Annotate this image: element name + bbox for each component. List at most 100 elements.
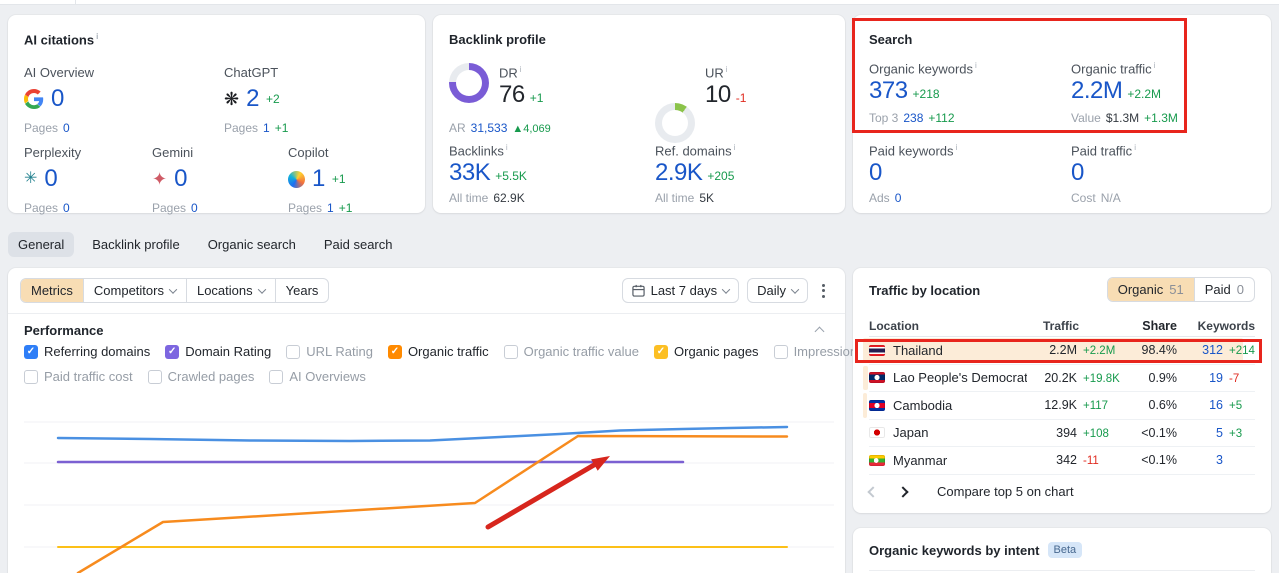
toggle-paid[interactable]: Paid 0 <box>1195 278 1254 301</box>
pages-value[interactable]: 0 <box>63 201 70 215</box>
ref-domains-value[interactable]: 2.9K <box>655 159 703 187</box>
stat-value[interactable]: 1 <box>312 165 325 193</box>
keywords-by-intent-title: Organic keywords by intent Beta <box>869 542 1083 560</box>
tab-organic-search[interactable]: Organic search <box>198 232 306 257</box>
share-bar <box>863 365 868 390</box>
value-value: $1.3M <box>1105 111 1140 125</box>
col-keywords[interactable]: Keywords <box>1177 319 1255 333</box>
toggle-organic[interactable]: Organic 51 <box>1107 278 1195 301</box>
info-icon[interactable]: i <box>96 32 98 41</box>
table-row-myanmar[interactable]: Myanmar 342 -11 <0.1% 3 <box>869 447 1255 475</box>
more-menu-icon[interactable] <box>816 283 831 298</box>
compare-top5-link[interactable]: Compare top 5 on chart <box>937 484 1074 499</box>
table-row-laos[interactable]: Lao People's Democratic Reput 20.2K+19.8… <box>863 365 1255 392</box>
metric-checkbox-crawled-pages[interactable]: Crawled pages <box>147 369 254 384</box>
competitors-dropdown[interactable]: Competitors <box>84 279 187 302</box>
info-icon[interactable]: i <box>975 61 977 70</box>
collapse-chevron-icon[interactable] <box>814 326 825 337</box>
metric-checkbox-organic-pages[interactable]: Organic pages <box>654 344 759 359</box>
years-button[interactable]: Years <box>276 279 329 302</box>
info-icon[interactable]: i <box>734 143 736 152</box>
metrics-button[interactable]: Metrics <box>21 279 84 302</box>
performance-card: Metrics Competitors Locations Years Last… <box>8 268 960 573</box>
info-icon[interactable]: i <box>956 143 958 152</box>
stat-value[interactable]: 0 <box>51 85 64 113</box>
pages-value[interactable]: 0 <box>191 201 198 215</box>
metric-checkbox-paid-traffic-cost[interactable]: Paid traffic cost <box>24 369 133 384</box>
organic-keywords-value[interactable]: 373 <box>869 77 908 105</box>
chart-filter-group: Metrics Competitors Locations Years <box>20 278 330 303</box>
google-icon <box>24 89 44 109</box>
pages-value[interactable]: 0 <box>63 121 70 135</box>
paid-traffic-value[interactable]: 0 <box>1071 159 1084 187</box>
ar-delta: ▲4,069 <box>512 123 551 135</box>
organic-keywords-label: Organic keywords i <box>869 61 977 77</box>
ar-value[interactable]: 31,533 <box>471 121 508 135</box>
pages-label: Pages <box>24 201 59 215</box>
metric-checkbox-ai-overviews[interactable]: AI Overviews <box>269 369 366 384</box>
paid-keywords-label: Paid keywords i <box>869 143 958 159</box>
checkbox-icon <box>773 344 788 359</box>
col-share[interactable]: Share <box>1123 319 1177 333</box>
pages-delta: +1 <box>274 121 289 135</box>
gemini-icon: ✦ <box>152 169 168 189</box>
stat-label: AI Overview <box>24 65 95 80</box>
locations-dropdown[interactable]: Locations <box>187 279 276 302</box>
backlinks-value[interactable]: 33K <box>449 159 491 187</box>
location-table: Location Traffic Share Keywords Thailand… <box>863 315 1255 475</box>
dr-donut <box>449 63 489 103</box>
next-page-icon[interactable] <box>897 485 909 498</box>
copilot-icon <box>288 170 305 188</box>
col-traffic[interactable]: Traffic <box>1027 319 1123 333</box>
granularity-dropdown[interactable]: Daily <box>747 278 808 303</box>
paid-keywords-value[interactable]: 0 <box>869 159 882 187</box>
table-row-cambodia[interactable]: Cambodia 12.9K +117 0.6% 16 +5 <box>863 392 1255 420</box>
date-range-dropdown[interactable]: Last 7 days <box>621 278 740 303</box>
metric-checkbox-impressions[interactable]: Impressions <box>773 344 864 359</box>
value-delta: +1.3M <box>1144 111 1178 125</box>
top3-delta: +112 <box>928 111 955 125</box>
metric-checkbox-organic-traffic[interactable]: Organic traffic <box>387 344 489 359</box>
col-location[interactable]: Location <box>869 319 1027 333</box>
stat-value[interactable]: 0 <box>174 165 187 193</box>
stat-value[interactable]: 2 <box>246 85 259 113</box>
tab-general[interactable]: General <box>8 232 75 257</box>
divider <box>8 313 845 314</box>
metric-checkbox-referring-domains[interactable]: Referring domains <box>24 344 150 359</box>
tab-backlink-profile[interactable]: Backlink profile <box>82 232 189 257</box>
table-row-japan[interactable]: Japan 394 +108 <0.1% 5 +3 <box>869 420 1255 447</box>
chevron-down-icon <box>721 284 731 294</box>
divider <box>869 570 1255 571</box>
metric-checkbox-url-rating[interactable]: URL Rating <box>286 344 373 359</box>
checkbox-icon <box>387 344 402 359</box>
info-icon[interactable]: i <box>726 65 728 74</box>
stat-label: ChatGPT <box>224 65 279 80</box>
tab-paid-search[interactable]: Paid search <box>314 232 403 257</box>
organic-count: 51 <box>1169 282 1184 297</box>
info-icon[interactable]: i <box>1134 143 1136 152</box>
value-label: Value <box>1071 111 1101 125</box>
top3-label: Top 3 <box>869 111 899 125</box>
paid-count: 0 <box>1236 282 1244 297</box>
ur-donut <box>655 103 695 143</box>
info-icon[interactable]: i <box>520 65 522 74</box>
table-row-thailand[interactable]: Thailand 2.2M +2.2M 98.4% 312 +214 <box>863 337 1255 365</box>
share-bar <box>863 393 867 418</box>
info-icon[interactable]: i <box>506 143 508 152</box>
dr-label: DR i <box>499 65 522 81</box>
ar-label: AR <box>449 121 466 135</box>
chart-toolbar: Metrics Competitors Locations Years Last… <box>20 278 831 303</box>
top3-value[interactable]: 238 <box>903 111 923 125</box>
stat-value[interactable]: 0 <box>44 165 57 193</box>
info-icon[interactable]: i <box>1154 61 1156 70</box>
pages-label: Pages <box>224 121 259 135</box>
ads-value[interactable]: 0 <box>895 191 902 205</box>
pages-value[interactable]: 1 <box>263 121 270 135</box>
pages-value[interactable]: 1 <box>327 201 334 215</box>
metric-checkbox-organic-traffic-value[interactable]: Organic traffic value <box>503 344 639 359</box>
metric-checkbox-domain-rating[interactable]: Domain Rating <box>165 344 271 359</box>
prev-page-icon[interactable] <box>867 485 879 498</box>
organic-traffic-value[interactable]: 2.2M <box>1071 77 1123 105</box>
metric-toggles-row2: Paid traffic cost Crawled pages AI Overv… <box>24 369 366 384</box>
pages-label: Pages <box>288 201 323 215</box>
